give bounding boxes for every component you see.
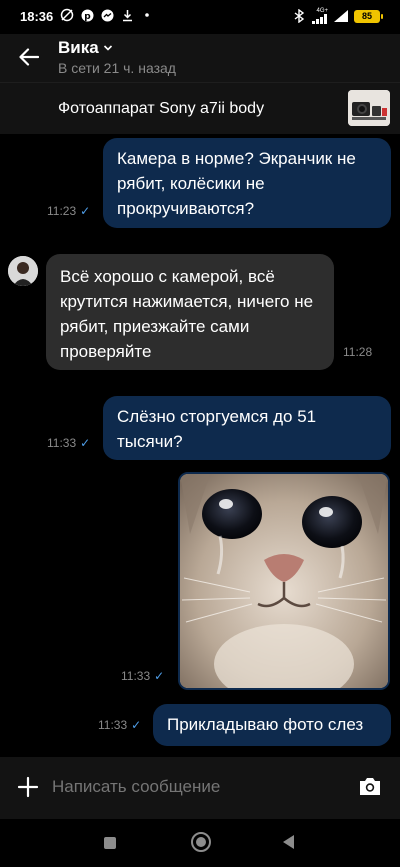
read-check-icon: ✓ xyxy=(154,669,165,683)
message-text: Всё хорошо с камерой, всё крутится нажим… xyxy=(60,267,314,361)
read-check-icon: ✓ xyxy=(80,436,91,450)
message-time: 11:23 xyxy=(47,204,77,218)
message-text: Камера в норме? Экранчик не рябит, колёс… xyxy=(117,149,356,218)
back-button[interactable] xyxy=(14,42,44,72)
signal-icon: 4G+ xyxy=(312,8,328,24)
attach-button[interactable] xyxy=(16,775,40,799)
message-meta: 11:23 ✓ xyxy=(47,204,90,218)
camera-icon xyxy=(360,778,380,795)
read-check-icon: ✓ xyxy=(80,204,91,218)
product-bar[interactable]: Фотоаппарат Sony a7ii body xyxy=(0,82,400,134)
message-bubble-outgoing[interactable]: Прикладываю фото слез xyxy=(153,704,391,746)
system-back-button[interactable] xyxy=(283,835,294,849)
notification-icons: p xyxy=(60,8,154,22)
dot-icon xyxy=(140,8,154,22)
recents-button[interactable] xyxy=(104,837,116,849)
message-bubble-outgoing[interactable]: Камера в норме? Экранчик не рябит, колёс… xyxy=(103,138,391,228)
message-bubble-outgoing[interactable]: Слёзно сторгуемся до 51 тысячи? xyxy=(103,396,391,460)
battery-icon: 85 xyxy=(354,9,383,23)
message-bubble-incoming[interactable]: Всё хорошо с камерой, всё крутится нажим… xyxy=(46,254,334,370)
contact-status: В сети 21 ч. назад xyxy=(58,60,176,76)
message-time: 11:33 xyxy=(121,669,151,683)
message-meta: 11:33 ✓ xyxy=(121,669,164,683)
message-time: 11:33 xyxy=(98,718,128,732)
svg-text:p: p xyxy=(84,12,91,22)
arrow-left-icon xyxy=(19,48,39,66)
download-icon xyxy=(120,8,134,22)
message-time: 11:28 xyxy=(343,345,373,359)
signal-2-icon xyxy=(334,9,348,23)
chat-header: Вика В сети 21 ч. назад xyxy=(0,34,400,82)
pinterest-icon: p xyxy=(80,8,94,22)
system-navigation-bar xyxy=(0,819,400,867)
chevron-down-icon xyxy=(103,45,112,51)
messenger-icon xyxy=(100,8,114,22)
camera-button[interactable] xyxy=(358,775,382,799)
status-bar: 18:36 p 4G+ 85 xyxy=(0,0,400,34)
muted-notification-icon xyxy=(60,8,74,22)
message-text: Слёзно сторгуемся до 51 тысячи? xyxy=(117,407,317,451)
read-check-icon: ✓ xyxy=(131,718,142,732)
message-meta: 11:33 ✓ xyxy=(98,718,141,732)
message-input[interactable] xyxy=(52,777,342,797)
crying-cat-photo-image xyxy=(180,474,388,688)
product-thumbnail[interactable] xyxy=(348,90,390,126)
composer-bar xyxy=(0,757,400,819)
home-button[interactable] xyxy=(191,832,211,852)
status-time: 18:36 xyxy=(20,9,54,24)
contact-name-dropdown[interactable]: Вика xyxy=(58,38,113,58)
bluetooth-icon xyxy=(292,9,306,23)
plus-icon xyxy=(17,776,39,798)
message-image[interactable] xyxy=(178,472,390,690)
message-time: 11:33 xyxy=(47,436,77,450)
message-text: Прикладываю фото слез xyxy=(167,715,364,734)
system-icons: 4G+ 85 xyxy=(292,8,383,24)
message-meta: 11:33 ✓ xyxy=(47,436,90,450)
product-title: Фотоаппарат Sony a7ii body xyxy=(58,100,265,117)
avatar[interactable] xyxy=(8,256,38,286)
contact-name: Вика xyxy=(58,38,99,57)
